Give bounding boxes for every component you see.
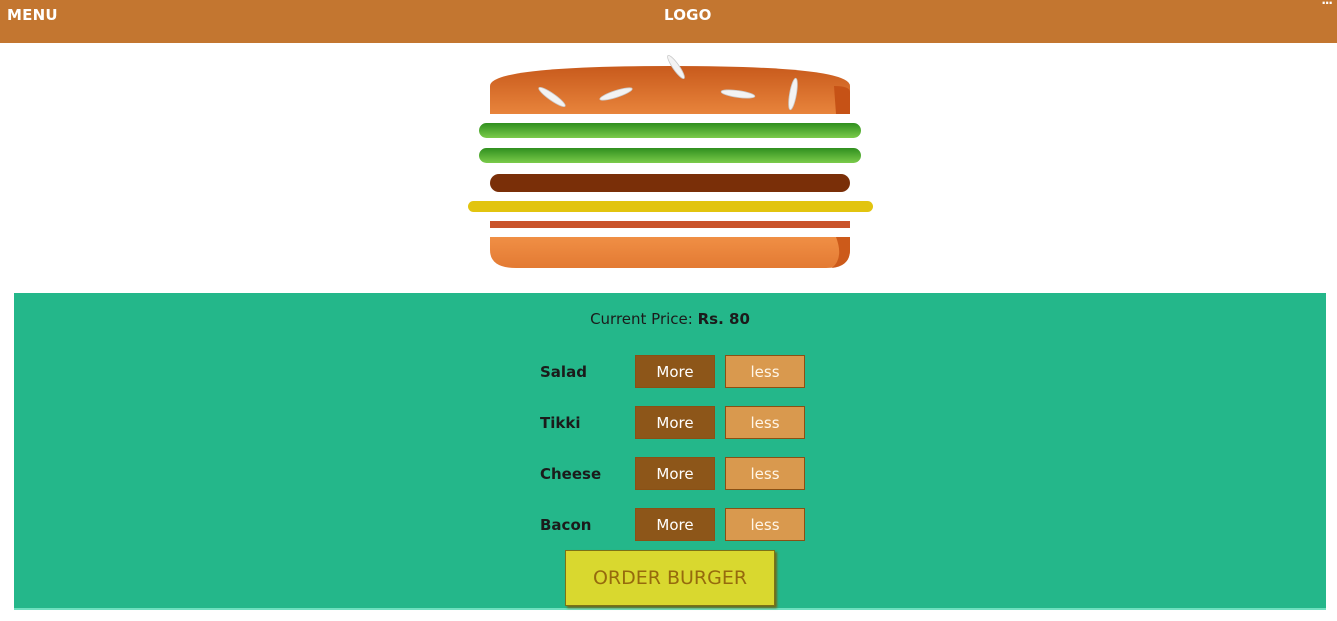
burger-builder-panel: Current Price: Rs. 80 Salad More less Ti… bbox=[14, 293, 1326, 610]
tikki-layer bbox=[490, 174, 850, 192]
ingredient-label: Salad bbox=[540, 363, 587, 381]
order-burger-button[interactable]: ORDER BURGER bbox=[565, 550, 775, 606]
menu-button[interactable]: MENU bbox=[7, 6, 58, 24]
burger-preview bbox=[468, 54, 873, 268]
price-value: Rs. 80 bbox=[697, 310, 750, 328]
current-price: Current Price: Rs. 80 bbox=[14, 310, 1326, 328]
more-options-icon[interactable]: ... bbox=[1321, 0, 1333, 7]
salad-layer bbox=[479, 123, 861, 138]
bacon-more-button[interactable]: More bbox=[635, 508, 715, 541]
salad-more-button[interactable]: More bbox=[635, 355, 715, 388]
ingredient-row-salad: Salad More less bbox=[540, 355, 820, 388]
ingredient-label: Bacon bbox=[540, 516, 592, 534]
cheese-more-button[interactable]: More bbox=[635, 457, 715, 490]
logo: LOGO bbox=[664, 6, 712, 24]
price-label: Current Price: bbox=[590, 310, 693, 328]
salad-less-button[interactable]: less bbox=[725, 355, 805, 388]
ingredient-label: Tikki bbox=[540, 414, 581, 432]
cheese-less-button[interactable]: less bbox=[725, 457, 805, 490]
salad-layer bbox=[479, 148, 861, 163]
bacon-less-button[interactable]: less bbox=[725, 508, 805, 541]
ingredient-row-cheese: Cheese More less bbox=[540, 457, 820, 490]
ingredient-row-tikki: Tikki More less bbox=[540, 406, 820, 439]
tikki-less-button[interactable]: less bbox=[725, 406, 805, 439]
bacon-layer bbox=[490, 221, 850, 228]
top-toolbar: MENU LOGO ... bbox=[0, 0, 1337, 43]
bun-bottom bbox=[490, 237, 850, 268]
cheese-layer bbox=[468, 201, 873, 212]
tikki-more-button[interactable]: More bbox=[635, 406, 715, 439]
ingredient-label: Cheese bbox=[540, 465, 602, 483]
ingredient-row-bacon: Bacon More less bbox=[540, 508, 820, 541]
